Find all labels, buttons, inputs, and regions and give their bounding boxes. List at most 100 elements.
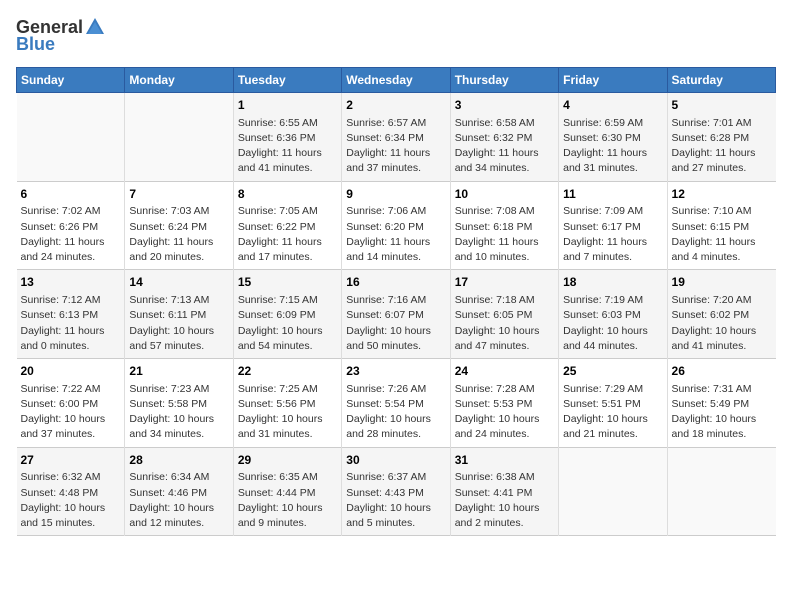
day-number: 25 bbox=[563, 363, 662, 380]
calendar-cell: 12Sunrise: 7:10 AMSunset: 6:15 PMDayligh… bbox=[667, 181, 775, 270]
day-info: Sunrise: 7:08 AMSunset: 6:18 PMDaylight:… bbox=[455, 204, 554, 265]
weekday-header-tuesday: Tuesday bbox=[233, 68, 341, 93]
week-row-4: 20 Sunrise: 7:22 AMSunset: 6:00 PMDayligh… bbox=[17, 359, 776, 448]
day-info: Sunrise: 7:05 AMSunset: 6:22 PMDaylight:… bbox=[238, 204, 337, 265]
calendar-cell: 5Sunrise: 7:01 AMSunset: 6:28 PMDaylight… bbox=[667, 93, 775, 182]
calendar-cell: 24 Sunrise: 7:28 AMSunset: 5:53 PMDayligh… bbox=[450, 359, 558, 448]
calendar-cell: 9Sunrise: 7:06 AMSunset: 6:20 PMDaylight… bbox=[342, 181, 450, 270]
week-row-3: 13Sunrise: 7:12 AMSunset: 6:13 PMDayligh… bbox=[17, 270, 776, 359]
page-header: General Blue bbox=[16, 16, 776, 55]
day-info: Sunrise: 7:03 AMSunset: 6:24 PMDaylight:… bbox=[129, 204, 228, 265]
day-number: 9 bbox=[346, 186, 445, 203]
day-info: Sunrise: 7:16 AMSunset: 6:07 PMDaylight:… bbox=[346, 293, 445, 354]
weekday-header-sunday: Sunday bbox=[17, 68, 125, 93]
day-info: Sunrise: 7:31 AMSunset: 5:49 PMDaylight:… bbox=[672, 382, 772, 443]
day-number: 31 bbox=[455, 452, 554, 469]
day-number: 8 bbox=[238, 186, 337, 203]
calendar-cell: 15Sunrise: 7:15 AMSunset: 6:09 PMDayligh… bbox=[233, 270, 341, 359]
day-number: 4 bbox=[563, 97, 662, 114]
day-info: Sunrise: 7:06 AMSunset: 6:20 PMDaylight:… bbox=[346, 204, 445, 265]
week-row-2: 6Sunrise: 7:02 AMSunset: 6:26 PMDaylight… bbox=[17, 181, 776, 270]
day-number: 16 bbox=[346, 274, 445, 291]
day-number: 11 bbox=[563, 186, 662, 203]
day-info: Sunrise: 6:58 AMSunset: 6:32 PMDaylight:… bbox=[455, 116, 554, 177]
calendar-cell: 14Sunrise: 7:13 AMSunset: 6:11 PMDayligh… bbox=[125, 270, 233, 359]
day-info: Sunrise: 6:32 AMSunset: 4:48 PMDaylight:… bbox=[21, 470, 121, 531]
day-info: Sunrise: 7:19 AMSunset: 6:03 PMDaylight:… bbox=[563, 293, 662, 354]
day-info: Sunrise: 6:59 AMSunset: 6:30 PMDaylight:… bbox=[563, 116, 662, 177]
week-row-5: 27Sunrise: 6:32 AMSunset: 4:48 PMDayligh… bbox=[17, 447, 776, 536]
day-number: 14 bbox=[129, 274, 228, 291]
day-number: 28 bbox=[129, 452, 228, 469]
day-number: 23 bbox=[346, 363, 445, 380]
calendar-cell: 1 Sunrise: 6:55 AMSunset: 6:36 PMDaylight… bbox=[233, 93, 341, 182]
calendar-cell: 2Sunrise: 6:57 AMSunset: 6:34 PMDaylight… bbox=[342, 93, 450, 182]
calendar-cell bbox=[667, 447, 775, 536]
day-number: 21 bbox=[129, 363, 228, 380]
day-number: 27 bbox=[21, 452, 121, 469]
calendar-cell: 23 Sunrise: 7:26 AMSunset: 5:54 PMDayligh… bbox=[342, 359, 450, 448]
day-info: Sunrise: 7:12 AMSunset: 6:13 PMDaylight:… bbox=[21, 293, 121, 354]
day-info: Sunrise: 7:10 AMSunset: 6:15 PMDaylight:… bbox=[672, 204, 772, 265]
calendar-cell: 22 Sunrise: 7:25 AMSunset: 5:56 PMDayligh… bbox=[233, 359, 341, 448]
day-info: Sunrise: 6:38 AMSunset: 4:41 PMDaylight:… bbox=[455, 470, 554, 531]
calendar-cell: 6Sunrise: 7:02 AMSunset: 6:26 PMDaylight… bbox=[17, 181, 125, 270]
calendar-cell: 13Sunrise: 7:12 AMSunset: 6:13 PMDayligh… bbox=[17, 270, 125, 359]
day-info: Sunrise: 7:25 AMSunset: 5:56 PMDaylight:… bbox=[238, 382, 337, 443]
weekday-header-saturday: Saturday bbox=[667, 68, 775, 93]
day-number: 24 bbox=[455, 363, 554, 380]
day-number: 3 bbox=[455, 97, 554, 114]
day-info: Sunrise: 7:28 AMSunset: 5:53 PMDaylight:… bbox=[455, 382, 554, 443]
day-number: 18 bbox=[563, 274, 662, 291]
day-info: Sunrise: 7:01 AMSunset: 6:28 PMDaylight:… bbox=[672, 116, 772, 177]
day-number: 2 bbox=[346, 97, 445, 114]
day-info: Sunrise: 7:22 AMSunset: 6:00 PMDaylight:… bbox=[21, 382, 121, 443]
calendar-cell: 16 Sunrise: 7:16 AMSunset: 6:07 PMDayligh… bbox=[342, 270, 450, 359]
calendar-cell: 26 Sunrise: 7:31 AMSunset: 5:49 PMDayligh… bbox=[667, 359, 775, 448]
weekday-header-row: SundayMondayTuesdayWednesdayThursdayFrid… bbox=[17, 68, 776, 93]
day-number: 29 bbox=[238, 452, 337, 469]
calendar-cell: 20 Sunrise: 7:22 AMSunset: 6:00 PMDayligh… bbox=[17, 359, 125, 448]
day-number: 26 bbox=[672, 363, 772, 380]
calendar-cell: 31Sunrise: 6:38 AMSunset: 4:41 PMDayligh… bbox=[450, 447, 558, 536]
day-info: Sunrise: 7:18 AMSunset: 6:05 PMDaylight:… bbox=[455, 293, 554, 354]
calendar-cell: 29Sunrise: 6:35 AMSunset: 4:44 PMDayligh… bbox=[233, 447, 341, 536]
day-info: Sunrise: 7:29 AMSunset: 5:51 PMDaylight:… bbox=[563, 382, 662, 443]
day-info: Sunrise: 7:26 AMSunset: 5:54 PMDaylight:… bbox=[346, 382, 445, 443]
calendar-cell: 17 Sunrise: 7:18 AMSunset: 6:05 PMDayligh… bbox=[450, 270, 558, 359]
calendar-cell: 25 Sunrise: 7:29 AMSunset: 5:51 PMDayligh… bbox=[559, 359, 667, 448]
day-number: 20 bbox=[21, 363, 121, 380]
calendar-cell: 18 Sunrise: 7:19 AMSunset: 6:03 PMDayligh… bbox=[559, 270, 667, 359]
day-info: Sunrise: 6:55 AMSunset: 6:36 PMDaylight:… bbox=[238, 116, 337, 177]
day-info: Sunrise: 6:37 AMSunset: 4:43 PMDaylight:… bbox=[346, 470, 445, 531]
weekday-header-wednesday: Wednesday bbox=[342, 68, 450, 93]
logo: General Blue bbox=[16, 16, 107, 55]
calendar-cell: 27Sunrise: 6:32 AMSunset: 4:48 PMDayligh… bbox=[17, 447, 125, 536]
weekday-header-monday: Monday bbox=[125, 68, 233, 93]
day-number: 6 bbox=[21, 186, 121, 203]
logo-blue: Blue bbox=[16, 34, 55, 55]
calendar-cell: 7Sunrise: 7:03 AMSunset: 6:24 PMDaylight… bbox=[125, 181, 233, 270]
weekday-header-thursday: Thursday bbox=[450, 68, 558, 93]
calendar-cell: 28Sunrise: 6:34 AMSunset: 4:46 PMDayligh… bbox=[125, 447, 233, 536]
day-number: 22 bbox=[238, 363, 337, 380]
day-number: 17 bbox=[455, 274, 554, 291]
day-info: Sunrise: 7:09 AMSunset: 6:17 PMDaylight:… bbox=[563, 204, 662, 265]
weekday-header-friday: Friday bbox=[559, 68, 667, 93]
day-number: 1 bbox=[238, 97, 337, 114]
calendar-table: SundayMondayTuesdayWednesdayThursdayFrid… bbox=[16, 67, 776, 536]
day-number: 30 bbox=[346, 452, 445, 469]
calendar-cell bbox=[125, 93, 233, 182]
logo-icon bbox=[84, 16, 106, 38]
day-info: Sunrise: 7:02 AMSunset: 6:26 PMDaylight:… bbox=[21, 204, 121, 265]
calendar-cell: 21Sunrise: 7:23 AMSunset: 5:58 PMDayligh… bbox=[125, 359, 233, 448]
calendar-cell: 3 Sunrise: 6:58 AMSunset: 6:32 PMDaylight… bbox=[450, 93, 558, 182]
day-number: 19 bbox=[672, 274, 772, 291]
week-row-1: 1 Sunrise: 6:55 AMSunset: 6:36 PMDaylight… bbox=[17, 93, 776, 182]
calendar-cell: 11Sunrise: 7:09 AMSunset: 6:17 PMDayligh… bbox=[559, 181, 667, 270]
day-number: 10 bbox=[455, 186, 554, 203]
day-number: 7 bbox=[129, 186, 228, 203]
day-number: 12 bbox=[672, 186, 772, 203]
calendar-cell: 10Sunrise: 7:08 AMSunset: 6:18 PMDayligh… bbox=[450, 181, 558, 270]
day-info: Sunrise: 7:20 AMSunset: 6:02 PMDaylight:… bbox=[672, 293, 772, 354]
